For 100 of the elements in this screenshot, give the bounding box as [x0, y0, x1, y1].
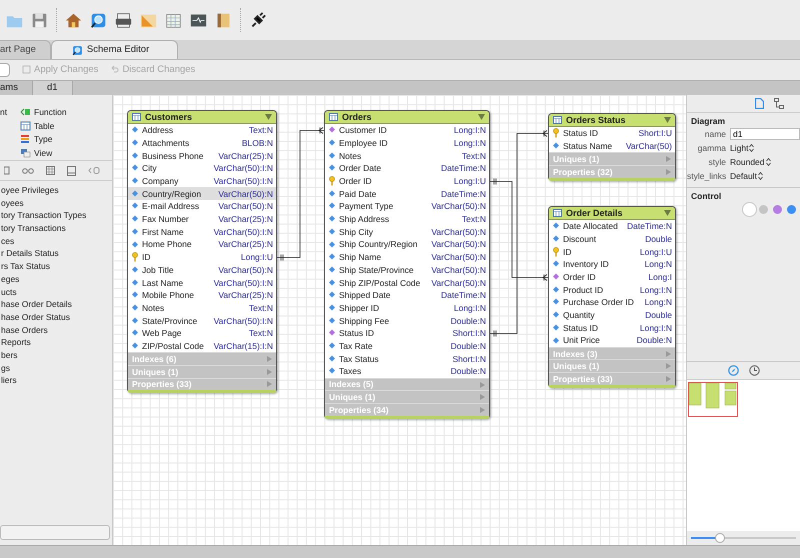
list-item[interactable]: ces	[0, 236, 112, 248]
column-row[interactable]: Company VarChar(50):I:N	[128, 174, 276, 188]
list-item[interactable]: hase Order Details	[0, 299, 112, 312]
column-row[interactable]: Discount Double	[549, 232, 675, 246]
column-row[interactable]: Status Name VarChar(50)	[549, 140, 675, 152]
column-row[interactable]: Payment Type VarChar(50):N	[325, 200, 489, 213]
tab[interactable]: d1	[32, 81, 73, 95]
column-row[interactable]: Notes Text:N	[325, 149, 489, 162]
table-icon[interactable]	[165, 12, 182, 28]
table-header[interactable]: Orders	[325, 111, 489, 124]
collapse-icon[interactable]	[478, 114, 485, 120]
table-card[interactable]: Orders Status Status ID Short:I:U Status Name VarChar(50) Uniques (1) Properties (32)	[548, 113, 676, 181]
ruler-icon[interactable]	[140, 12, 157, 28]
column-row[interactable]: Mobile Phone VarChar(25):N	[128, 288, 276, 302]
columns-button[interactable]	[0, 63, 10, 77]
table-header[interactable]: Order Details	[549, 207, 675, 220]
minimap-drawing[interactable]	[688, 382, 740, 418]
select-field[interactable]: Rounded	[730, 157, 771, 168]
column-row[interactable]: Ship Country/Region VarChar(50):N	[325, 238, 489, 251]
list-item[interactable]: rs Tax Status	[0, 261, 112, 274]
color-swatch[interactable]	[787, 205, 796, 214]
column-row[interactable]: Tax Status Short:I:N	[325, 352, 489, 366]
column-row[interactable]: Home Phone VarChar(25):N	[128, 238, 276, 251]
column-row[interactable]: City VarChar(50):I:N	[128, 162, 276, 175]
column-row[interactable]: Shipping Fee Double:N	[325, 314, 489, 327]
table-card[interactable]	[324, 110, 490, 419]
column-row[interactable]: Quantity Double	[549, 308, 675, 322]
column-row[interactable]: Product ID Long:I:N	[549, 283, 675, 296]
column-row[interactable]: Purchase Order ID Long:N	[549, 296, 675, 309]
book-icon[interactable]	[215, 12, 232, 28]
save-icon[interactable]	[31, 12, 48, 28]
select-field[interactable]: Light	[730, 143, 754, 154]
plug-icon[interactable]	[249, 12, 266, 28]
compass-icon[interactable]	[728, 365, 738, 376]
function-icon[interactable]	[88, 166, 100, 175]
column-row[interactable]: Tax Rate Double:N	[325, 340, 489, 352]
column-row[interactable]: Ship Address Text:N	[325, 212, 489, 226]
table-card[interactable]	[548, 206, 676, 388]
column-row[interactable]: Country/Region VarChar(50):N	[128, 187, 276, 200]
column-row[interactable]: Date Allocated DateTime:N	[549, 220, 675, 233]
column-row[interactable]: Attachments BLOB:N	[128, 136, 276, 150]
list-item[interactable]: tory Transaction Types	[0, 210, 112, 224]
column-row[interactable]: Employee ID Long:I:N	[325, 136, 489, 150]
select-field[interactable]: Default	[730, 171, 763, 182]
tab[interactable]: Schema Editor	[50, 40, 178, 59]
column-row[interactable]: Business Phone VarChar(25):N	[128, 149, 276, 162]
name-field[interactable]: d1	[730, 128, 800, 140]
link-icon[interactable]	[22, 166, 34, 174]
list-item[interactable]: Type	[20, 132, 67, 146]
home-icon[interactable]	[65, 12, 82, 28]
list-item[interactable]: Table	[20, 118, 67, 132]
column-row[interactable]: Shipper ID Long:I:N	[325, 302, 489, 314]
collapse-icon[interactable]	[664, 117, 671, 123]
slider-thumb[interactable]	[715, 533, 726, 543]
list-item[interactable]: oyees	[0, 198, 112, 210]
table-header[interactable]: Customers	[128, 111, 276, 124]
column-row[interactable]: Shipped Date DateTime:N	[325, 288, 489, 302]
tab[interactable]: art Page	[0, 40, 51, 59]
list-item[interactable]: tory Transactions	[0, 223, 112, 236]
column-row[interactable]: First Name VarChar(50):I:N	[128, 226, 276, 238]
list-item[interactable]: hase Orders	[0, 324, 112, 338]
list-item[interactable]: nt	[0, 105, 20, 119]
color-swatch[interactable]	[759, 205, 768, 214]
list-item[interactable]: eges	[0, 274, 112, 286]
list-item[interactable]: r Details Status	[0, 248, 112, 262]
search-field[interactable]	[0, 525, 110, 540]
clock-icon[interactable]	[748, 365, 760, 376]
collapse-icon[interactable]	[265, 114, 272, 120]
table-header[interactable]: Orders Status	[549, 114, 675, 127]
list-item[interactable]: Function	[20, 105, 67, 119]
waveform-icon[interactable]	[190, 12, 207, 28]
column-row[interactable]: ZIP/Postal Code VarChar(15):I:N	[128, 340, 276, 352]
column-row[interactable]: Fax Number VarChar(25):N	[128, 212, 276, 226]
column-row[interactable]: State/Province VarChar(50):I:N	[128, 314, 276, 327]
column-row[interactable]: Ship City VarChar(50):N	[325, 226, 489, 238]
column-row[interactable]: Job Title VarChar(50):N	[128, 264, 276, 276]
column-row[interactable]: Last Name VarChar(50):I:N	[128, 276, 276, 289]
column-row[interactable]: Unit Price Double:N	[549, 334, 675, 347]
column-row[interactable]: Taxes Double:N	[325, 365, 489, 378]
list-item[interactable]: bers	[0, 350, 112, 363]
column-row[interactable]: Ship State/Province VarChar(50):N	[325, 264, 489, 276]
column-row[interactable]: Order ID Long:I:U	[325, 174, 489, 188]
list-item[interactable]: hase Order Status	[0, 312, 112, 325]
list-item[interactable]: liers	[0, 375, 112, 388]
column-row[interactable]: Notes Text:N	[128, 302, 276, 314]
column-row[interactable]: Order Date DateTime:N	[325, 162, 489, 175]
column-row[interactable]: Web Page Text:N	[128, 327, 276, 340]
column-row[interactable]: Order ID Long:I	[549, 270, 675, 284]
hierarchy-icon[interactable]	[774, 98, 784, 109]
list-item[interactable]: ucts	[0, 286, 112, 300]
column-row[interactable]: Status ID Long:I:N	[549, 322, 675, 334]
column-row[interactable]: Paid Date DateTime:N	[325, 187, 489, 200]
color-swatch[interactable]	[745, 205, 754, 214]
list-item[interactable]: oyee Privileges	[0, 185, 112, 198]
column-row[interactable]: Customer ID Long:I:N	[325, 124, 489, 137]
column-row[interactable]: Ship Name VarChar(50):N	[325, 250, 489, 264]
column-row[interactable]: ID Long:I:U	[549, 245, 675, 258]
column-row[interactable]: Status ID Short:I:U	[549, 127, 675, 140]
list-item[interactable]: View	[20, 146, 67, 160]
table-card[interactable]	[127, 110, 277, 394]
